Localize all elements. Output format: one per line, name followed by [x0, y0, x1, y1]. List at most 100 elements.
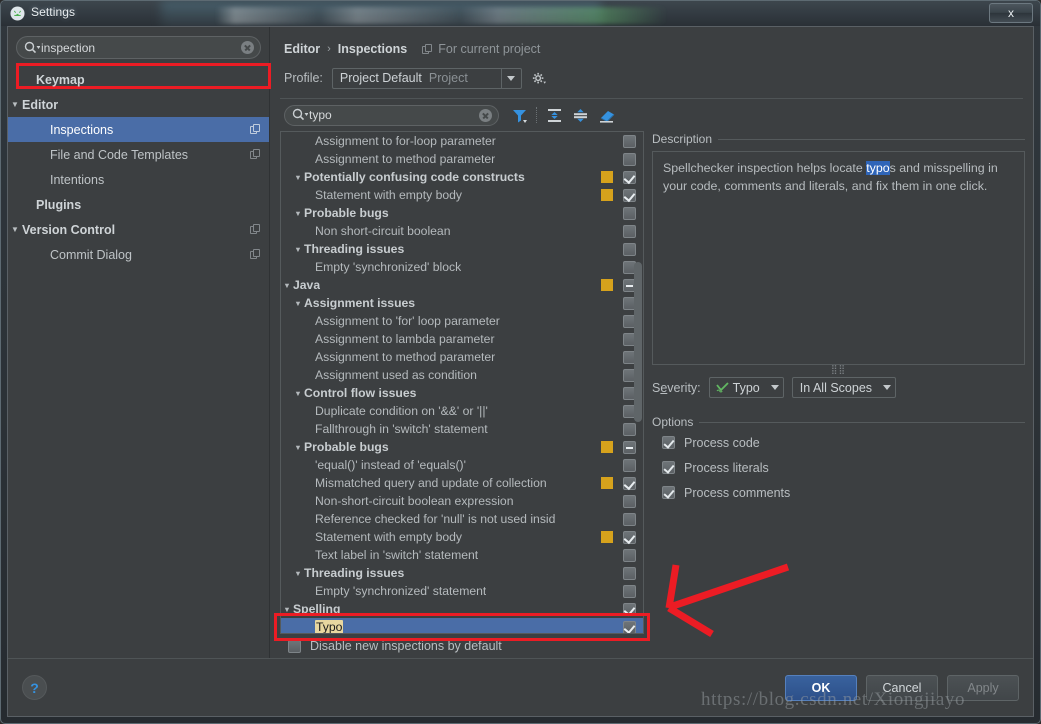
- checkbox-icon[interactable]: [623, 422, 636, 436]
- clear-icon[interactable]: [241, 41, 254, 54]
- option-process-literals[interactable]: Process literals: [652, 455, 1025, 480]
- chevron-down-icon[interactable]: ▼: [292, 245, 304, 254]
- sidebar-item-editor[interactable]: ▼ Editor: [8, 92, 269, 117]
- checkbox-icon[interactable]: [623, 620, 636, 633]
- checkbox-icon[interactable]: [623, 170, 636, 184]
- checkbox-icon[interactable]: [623, 224, 636, 238]
- sidebar-item-plugins[interactable]: Plugins: [8, 192, 269, 217]
- tree-row[interactable]: Assignment to 'for' loop parameter: [281, 312, 643, 330]
- checkbox-icon[interactable]: [623, 188, 636, 202]
- sidebar-search-input[interactable]: inspection: [41, 41, 241, 55]
- ok-button[interactable]: OK: [785, 674, 857, 701]
- tree-row[interactable]: ▼ Java: [281, 276, 643, 294]
- close-button[interactable]: x: [989, 3, 1033, 23]
- checkbox-icon[interactable]: [662, 486, 675, 499]
- option-process-code[interactable]: Process code: [652, 430, 1025, 455]
- checkbox-icon[interactable]: [623, 584, 636, 598]
- tree-row[interactable]: ▼ Spelling: [281, 600, 643, 618]
- checkbox-icon[interactable]: [623, 512, 636, 526]
- sidebar-item-inspections[interactable]: Inspections: [8, 117, 269, 142]
- tree-row[interactable]: ▼ Probable bugs: [281, 204, 643, 222]
- sidebar-item-file-and-code-templates[interactable]: File and Code Templates: [8, 142, 269, 167]
- chevron-down-icon[interactable]: [500, 68, 521, 88]
- tree-row[interactable]: Assignment to for-loop parameter: [281, 132, 643, 150]
- sidebar-item-keymap[interactable]: Keymap: [8, 67, 269, 92]
- tree-row[interactable]: ▼ Probable bugs: [281, 438, 643, 456]
- tree-row[interactable]: ▼ Control flow issues: [281, 384, 643, 402]
- checkbox-icon[interactable]: [623, 548, 636, 562]
- apply-button[interactable]: Apply: [947, 674, 1019, 701]
- checkbox-icon[interactable]: [623, 458, 636, 472]
- tree-row[interactable]: 'equal()' instead of 'equals()': [281, 456, 643, 474]
- scope-combobox[interactable]: In All Scopes: [791, 377, 897, 398]
- breadcrumb-root[interactable]: Editor: [284, 42, 320, 56]
- tree-row[interactable]: Text label in 'switch' statement: [281, 546, 643, 564]
- checkbox-icon[interactable]: [623, 242, 636, 256]
- tree-row[interactable]: ▼ Threading issues: [281, 240, 643, 258]
- tree-row[interactable]: ▼ Threading issues: [281, 564, 643, 582]
- tree-row[interactable]: ▼ Potentially confusing code constructs: [281, 168, 643, 186]
- inspections-tree[interactable]: Assignment to for-loop parameter Assignme…: [280, 131, 644, 634]
- cancel-button[interactable]: Cancel: [866, 674, 938, 701]
- tree-row[interactable]: Assignment to method parameter: [281, 150, 643, 168]
- tree-row[interactable]: Duplicate condition on '&&' or '||': [281, 402, 643, 420]
- checkbox-icon[interactable]: [623, 440, 636, 454]
- expand-all-icon[interactable]: [541, 103, 567, 127]
- checkbox-icon[interactable]: [662, 461, 675, 474]
- chevron-down-icon[interactable]: ▼: [292, 443, 304, 452]
- tree-row[interactable]: Empty 'synchronized' statement: [281, 582, 643, 600]
- disable-new-inspections-checkbox[interactable]: Disable new inspections by default: [270, 634, 1033, 658]
- help-button[interactable]: ?: [22, 675, 47, 700]
- chevron-down-icon[interactable]: ▼: [8, 225, 22, 234]
- profile-combobox[interactable]: Project Default Project: [331, 67, 522, 89]
- checkbox-icon[interactable]: [662, 436, 675, 449]
- reset-icon[interactable]: [593, 103, 619, 127]
- chevron-down-icon[interactable]: ▼: [292, 569, 304, 578]
- checkbox-icon[interactable]: [288, 639, 301, 653]
- chevron-down-icon[interactable]: ▼: [292, 209, 304, 218]
- chevron-down-icon[interactable]: ▼: [292, 173, 304, 182]
- tree-row[interactable]: ▼ Assignment issues: [281, 294, 643, 312]
- chevron-down-icon[interactable]: [879, 378, 895, 397]
- checkbox-icon[interactable]: [623, 476, 636, 490]
- option-process-comments[interactable]: Process comments: [652, 480, 1025, 505]
- chevron-down-icon[interactable]: ▼: [292, 299, 304, 308]
- sidebar-search-box[interactable]: inspection: [16, 36, 261, 59]
- tree-row[interactable]: Statement with empty body: [281, 528, 643, 546]
- copy-icon[interactable]: [250, 124, 261, 135]
- chevron-down-icon[interactable]: [767, 378, 783, 397]
- sidebar-item-version-control[interactable]: ▼ Version Control: [8, 217, 269, 242]
- checkbox-icon[interactable]: [623, 566, 636, 580]
- tree-row[interactable]: Assignment used as condition: [281, 366, 643, 384]
- tree-row[interactable]: Empty 'synchronized' block: [281, 258, 643, 276]
- tree-row[interactable]: Assignment to lambda parameter: [281, 330, 643, 348]
- checkbox-icon[interactable]: [623, 530, 636, 544]
- tree-row-selected[interactable]: Typo: [281, 618, 643, 633]
- checkbox-icon[interactable]: [623, 494, 636, 508]
- copy-icon[interactable]: [250, 249, 261, 260]
- filter-icon[interactable]: [506, 103, 532, 127]
- tree-row[interactable]: Non-short-circuit boolean expression: [281, 492, 643, 510]
- copy-icon[interactable]: [250, 224, 261, 235]
- collapse-all-icon[interactable]: [567, 103, 593, 127]
- checkbox-icon[interactable]: [623, 152, 636, 166]
- inspection-search-box[interactable]: typo: [284, 104, 499, 126]
- tree-row[interactable]: Statement with empty body: [281, 186, 643, 204]
- sidebar-item-commit-dialog[interactable]: Commit Dialog: [8, 242, 269, 267]
- inspection-search-input[interactable]: typo: [309, 108, 479, 122]
- checkbox-icon[interactable]: [623, 602, 636, 616]
- chevron-down-icon[interactable]: ▼: [8, 100, 22, 109]
- chevron-down-icon[interactable]: ▼: [292, 389, 304, 398]
- checkbox-icon[interactable]: [623, 206, 636, 220]
- tree-row[interactable]: Fallthrough in 'switch' statement: [281, 420, 643, 438]
- tree-row[interactable]: Non short-circuit boolean: [281, 222, 643, 240]
- tree-scrollbar[interactable]: [634, 262, 642, 422]
- gear-icon[interactable]: [531, 72, 546, 85]
- tree-row[interactable]: Reference checked for 'null' is not used…: [281, 510, 643, 528]
- clear-icon[interactable]: [479, 108, 492, 122]
- chevron-down-icon[interactable]: ▼: [281, 605, 293, 614]
- checkbox-icon[interactable]: [623, 134, 636, 148]
- sidebar-item-intentions[interactable]: Intentions: [8, 167, 269, 192]
- tree-row[interactable]: Mismatched query and update of collectio…: [281, 474, 643, 492]
- resize-grip[interactable]: ⣿⣿: [652, 365, 1025, 376]
